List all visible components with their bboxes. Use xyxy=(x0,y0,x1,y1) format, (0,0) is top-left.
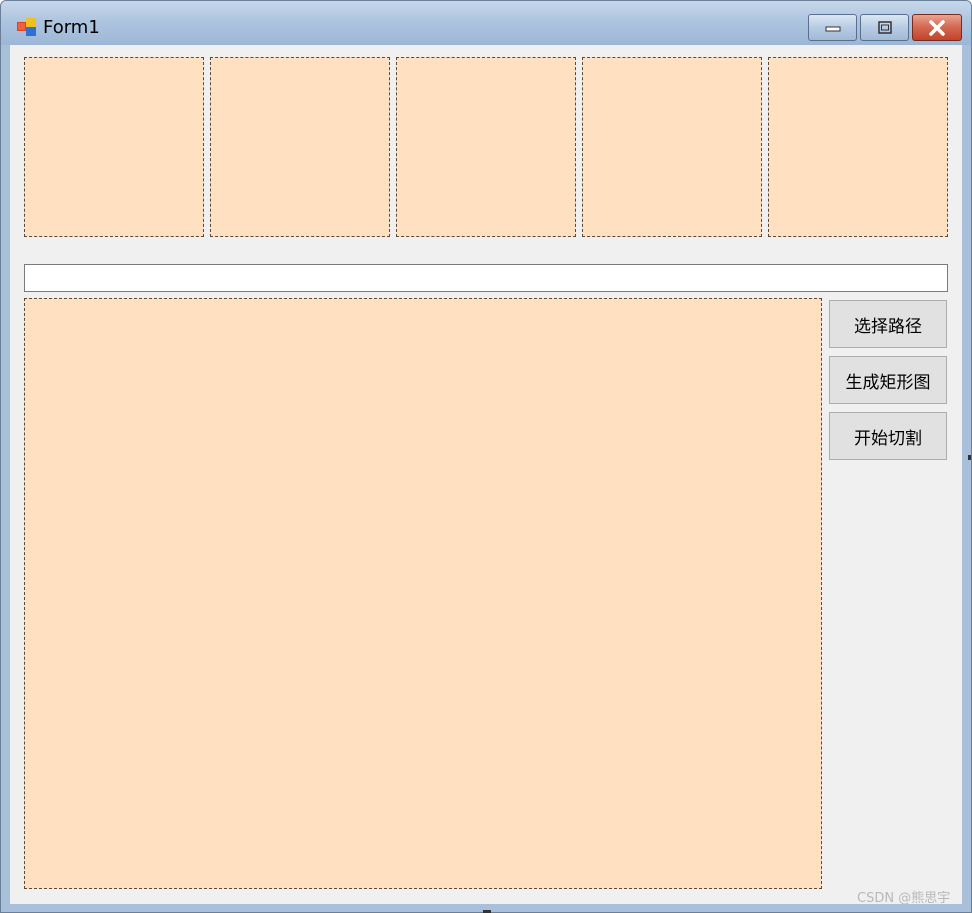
title-bar[interactable]: Form1 xyxy=(1,1,971,45)
winforms-app-icon xyxy=(17,18,36,36)
thumbnail-picturebox-2 xyxy=(210,57,390,237)
thumbnail-picturebox-3 xyxy=(396,57,576,237)
close-button[interactable] xyxy=(912,14,962,41)
start-cut-button[interactable]: 开始切割 xyxy=(829,412,947,460)
close-icon xyxy=(929,19,945,36)
path-textbox[interactable] xyxy=(24,264,948,292)
form-window: Form1 选择路径 生成矩形图 开始切割 xyxy=(0,0,972,913)
maximize-icon xyxy=(877,20,892,34)
watermark-text: CSDN @熊思宇 xyxy=(857,891,951,906)
window-edge-mark xyxy=(968,455,971,460)
select-path-button[interactable]: 选择路径 xyxy=(829,300,947,348)
thumbnail-picturebox-4 xyxy=(582,57,762,237)
window-title: Form1 xyxy=(43,17,100,38)
form-client-area: 选择路径 生成矩形图 开始切割 xyxy=(10,45,962,904)
thumbnail-picturebox-1 xyxy=(24,57,204,237)
minimize-icon xyxy=(825,26,840,31)
main-picturebox xyxy=(24,298,822,889)
generate-rect-button[interactable]: 生成矩形图 xyxy=(829,356,947,404)
thumbnail-picturebox-5 xyxy=(768,57,948,237)
maximize-button[interactable] xyxy=(860,14,909,41)
minimize-button[interactable] xyxy=(808,14,857,41)
